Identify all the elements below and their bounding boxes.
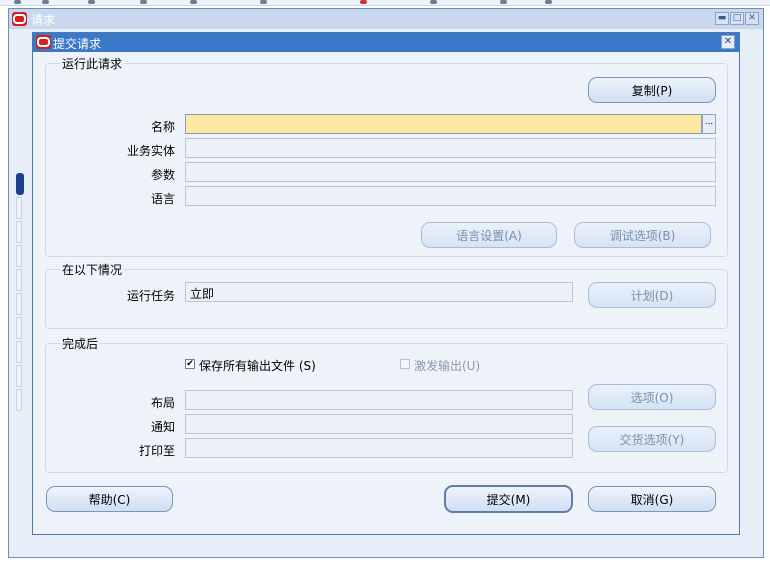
burst-output-label: 激发输出(U) <box>414 359 481 373</box>
close-icon[interactable]: ✕ <box>745 12 759 25</box>
operating-unit-field[interactable] <box>185 138 716 158</box>
dialog-titlebar: 提交请求 ✕ <box>33 33 739 52</box>
run-job-field[interactable]: 立即 <box>185 282 573 302</box>
run-job-label: 运行任务 <box>126 289 175 303</box>
checkmark-icon: ✔ <box>186 359 194 369</box>
group-legend: 运行此请求 <box>60 55 125 72</box>
maximize-icon[interactable]: □ <box>730 12 744 25</box>
close-icon[interactable]: ✕ <box>721 35 735 49</box>
save-output-checkbox[interactable]: ✔ <box>185 359 195 369</box>
parameters-field[interactable] <box>185 162 716 182</box>
parameters-label: 参数 <box>150 168 175 182</box>
list-item[interactable] <box>16 269 22 291</box>
list-item[interactable] <box>16 365 22 387</box>
schedule-button[interactable]: 计划(D) <box>588 282 716 308</box>
submit-button[interactable]: 提交(M) <box>444 485 573 513</box>
save-output-label: 保存所有输出文件 (S) <box>199 359 316 373</box>
operating-unit-label: 业务实体 <box>126 144 175 158</box>
list-indicator <box>16 173 24 195</box>
list-item[interactable] <box>16 389 22 411</box>
dialog-title: 提交请求 <box>53 37 102 51</box>
background-window-title: 请求 <box>31 13 56 27</box>
toolbar-icon[interactable] <box>260 0 267 4</box>
oracle-logo-icon <box>36 35 51 49</box>
toolbar-strip <box>0 0 770 6</box>
help-button[interactable]: 帮助(C) <box>46 486 173 512</box>
print-to-label: 打印至 <box>138 444 175 458</box>
toolbar-icon[interactable] <box>190 0 197 4</box>
toolbar-icon[interactable] <box>430 0 437 4</box>
group-legend: 在以下情况 <box>60 261 125 278</box>
list-item[interactable] <box>16 245 22 267</box>
notify-field[interactable] <box>185 414 573 434</box>
group-legend: 完成后 <box>60 335 101 352</box>
toolbar-icon[interactable] <box>360 0 367 4</box>
background-window-titlebar: 请求 ▬ □ ✕ <box>9 9 763 29</box>
layout-label: 布局 <box>150 396 175 410</box>
notify-label: 通知 <box>150 420 175 434</box>
minimize-icon[interactable]: ▬ <box>715 12 729 25</box>
list-item[interactable] <box>16 317 22 339</box>
options-button[interactable]: 选项(O) <box>588 384 716 410</box>
list-item[interactable] <box>16 221 22 243</box>
name-label: 名称 <box>150 120 175 134</box>
toolbar-icon[interactable] <box>42 0 49 4</box>
list-of-values-button[interactable]: ... <box>702 114 716 134</box>
submit-request-dialog: 提交请求 ✕ 运行此请求 复制(P) 名称 ... 业务实体 参数 语言 语言设… <box>32 32 740 535</box>
delivery-options-button[interactable]: 交货选项(Y) <box>588 426 716 452</box>
debug-options-button[interactable]: 调试选项(B) <box>574 222 711 248</box>
oracle-logo-icon <box>12 12 27 26</box>
list-item[interactable] <box>16 341 22 363</box>
toolbar-icon[interactable] <box>140 0 147 4</box>
list-item[interactable] <box>16 293 22 315</box>
toolbar-icon[interactable] <box>88 0 95 4</box>
copy-button[interactable]: 复制(P) <box>588 77 716 103</box>
list-item[interactable] <box>16 197 22 219</box>
toolbar-icon[interactable] <box>500 0 507 4</box>
toolbar-icon[interactable] <box>14 0 21 4</box>
toolbar-icon[interactable] <box>545 0 552 4</box>
language-label: 语言 <box>150 192 175 206</box>
print-to-field[interactable] <box>185 438 573 458</box>
language-settings-button[interactable]: 语言设置(A) <box>421 222 557 248</box>
burst-output-checkbox[interactable] <box>400 359 410 369</box>
name-field[interactable] <box>185 114 702 134</box>
layout-field[interactable] <box>185 390 573 410</box>
cancel-button[interactable]: 取消(G) <box>588 486 716 512</box>
language-field[interactable] <box>185 186 716 206</box>
